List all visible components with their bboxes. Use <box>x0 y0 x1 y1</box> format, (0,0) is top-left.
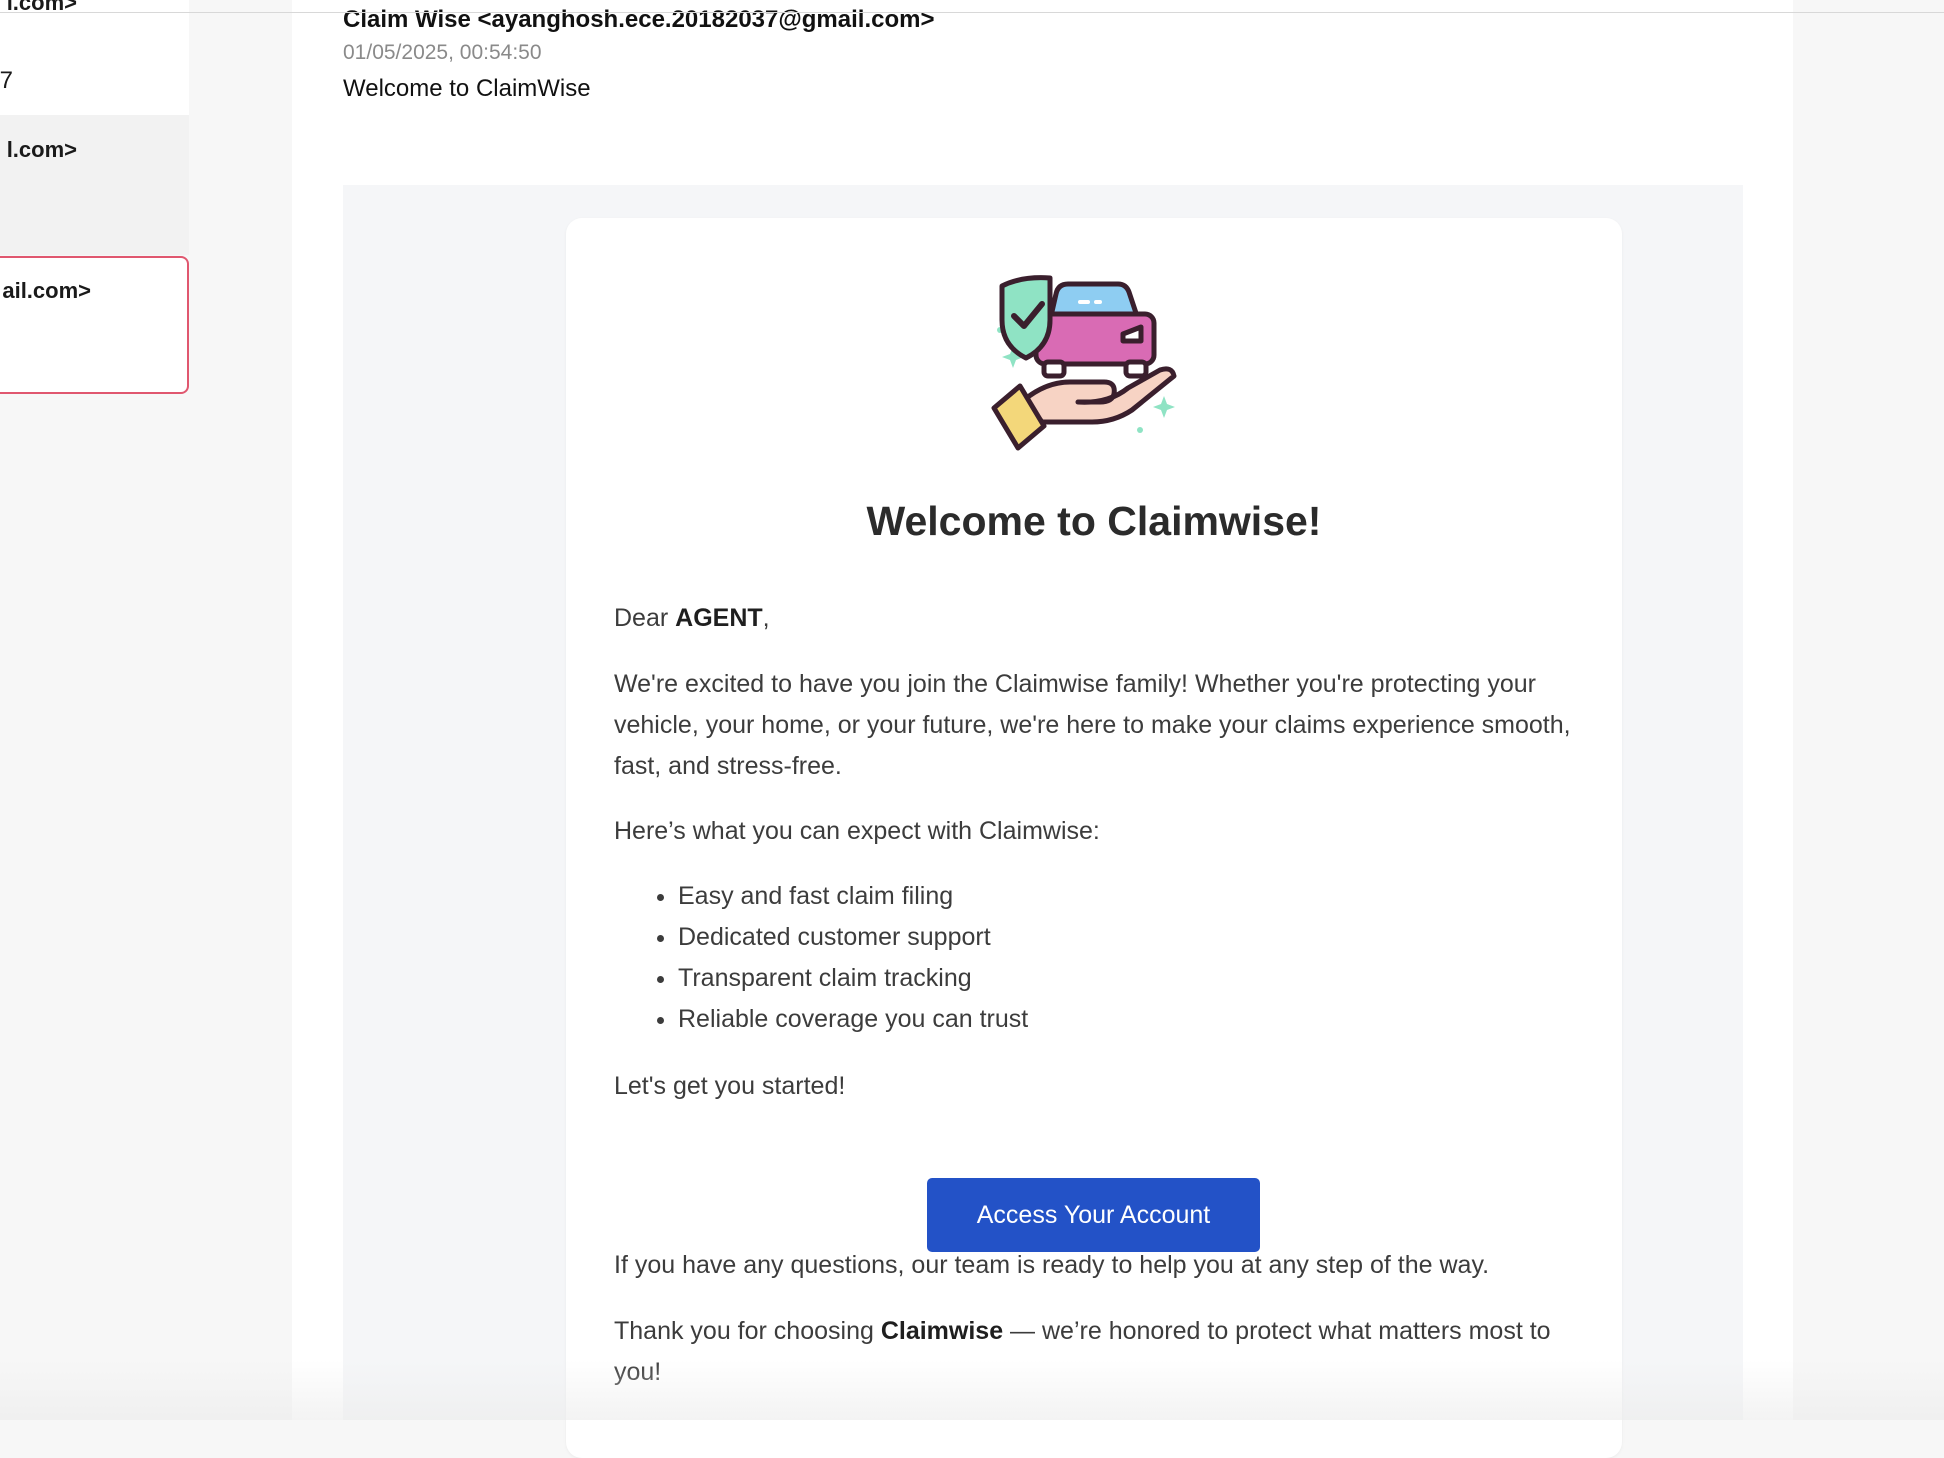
feature-item: Reliable coverage you can trust <box>678 999 1028 1040</box>
mail-list-item[interactable]: l.com> <box>0 115 189 255</box>
feature-item: Transparent claim tracking <box>678 958 1028 999</box>
email-viewer: Claim Wise <ayanghosh.ece.20182037@gmail… <box>292 0 1793 1458</box>
email-subject: Welcome to ClaimWise <box>343 75 591 102</box>
mail-list-item-sender: l.com> <box>6 137 77 162</box>
email-date: 01/05/2025, 00:54:50 <box>343 41 542 64</box>
access-account-button[interactable]: Access Your Account <box>927 1178 1260 1252</box>
intro-paragraph: We're excited to have you join the Claim… <box>614 670 1571 780</box>
feature-item: Easy and fast claim filing <box>678 876 1028 917</box>
email-card: Welcome to Claimwise! Dear AGENT, We're … <box>566 218 1622 1458</box>
car-insurance-hand-icon <box>991 275 1177 451</box>
thanks-prefix: Thank you for choosing <box>614 1317 881 1345</box>
thanks-paragraph: Thank you for choosing Claimwise — we’re… <box>614 1311 1584 1393</box>
welcome-title: Welcome to Claimwise! <box>866 498 1322 544</box>
mail-list: l.com> 7 l.com> ail.com> <box>0 0 189 1420</box>
started-paragraph: Let's get you started! <box>614 1072 846 1100</box>
mail-list-item-selected[interactable]: ail.com> <box>0 256 189 394</box>
email-body: Welcome to Claimwise! Dear AGENT, We're … <box>343 185 1743 1458</box>
email-from: Claim Wise <ayanghosh.ece.20182037@gmail… <box>343 6 935 33</box>
greeting-name: AGENT <box>675 604 763 632</box>
greeting: Dear AGENT, <box>614 598 1584 639</box>
questions-paragraph: If you have any questions, our team is r… <box>614 1251 1490 1279</box>
greeting-suffix: , <box>762 604 770 632</box>
feature-list: Easy and fast claim filing Dedicated cus… <box>614 876 1028 1040</box>
feature-item: Dedicated customer support <box>678 917 1028 958</box>
mail-list-item-sender: l.com> <box>6 0 77 15</box>
expect-paragraph: Here’s what you can expect with Claimwis… <box>614 817 1100 845</box>
top-divider <box>0 12 1944 13</box>
mail-list-item[interactable]: l.com> 7 <box>0 0 189 115</box>
greeting-prefix: Dear <box>614 604 676 632</box>
mail-list-item-sender: ail.com> <box>2 278 91 303</box>
mail-list-item-snippet: 7 <box>0 67 13 94</box>
thanks-brand: Claimwise <box>880 1317 1004 1345</box>
